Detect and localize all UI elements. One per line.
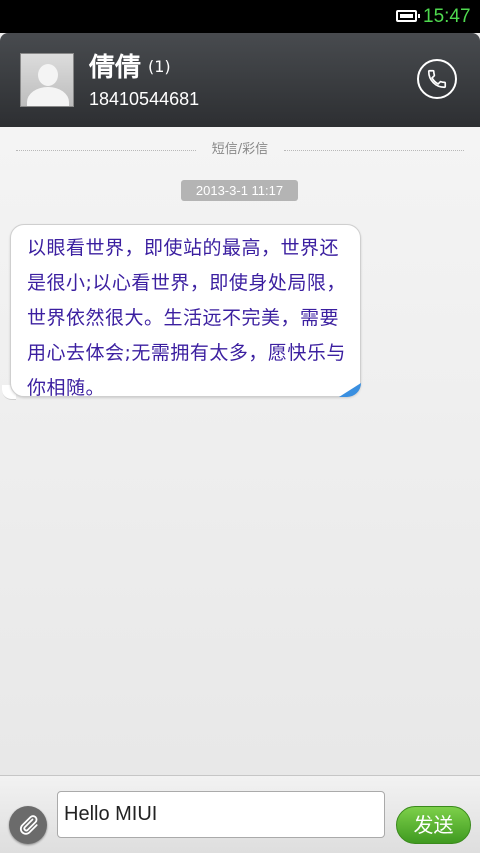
unread-count: (1)	[148, 57, 171, 76]
message-timestamp: 2013-3-1 11:17	[181, 180, 298, 201]
conversation-header: 倩倩 (1) 18410544681	[0, 33, 480, 127]
attach-button[interactable]	[9, 806, 47, 844]
message-text: 以眼看世界，即使站的最高，世界还是很小;以心看世界，即使身处局限，世界依然很大。…	[27, 237, 346, 399]
paperclip-icon	[19, 815, 38, 835]
call-button[interactable]	[417, 59, 457, 99]
status-time: 15:47	[423, 6, 471, 27]
message-input[interactable]	[57, 791, 385, 838]
received-message-bubble[interactable]: 以眼看世界，即使站的最高，世界还是很小;以心看世界，即使身处局限，世界依然很大。…	[10, 224, 361, 399]
status-bar: 15:47	[0, 0, 480, 33]
divider-line	[284, 150, 464, 151]
message-thread[interactable]: 短信/彩信 2013-3-1 11:17 以眼看世界，即使站的最高，世界还是很小…	[0, 127, 480, 775]
battery-icon	[396, 10, 420, 22]
divider-line	[16, 150, 196, 151]
contact-name: 倩倩	[89, 53, 142, 83]
unread-corner-marker	[339, 383, 361, 397]
compose-bar: 发送	[0, 775, 480, 853]
phone-icon	[427, 69, 447, 89]
default-avatar-icon[interactable]	[20, 53, 74, 107]
contact-phone-number: 18410544681	[89, 89, 200, 109]
send-button[interactable]: 发送	[396, 806, 471, 844]
message-type-label: 短信/彩信	[211, 142, 269, 157]
